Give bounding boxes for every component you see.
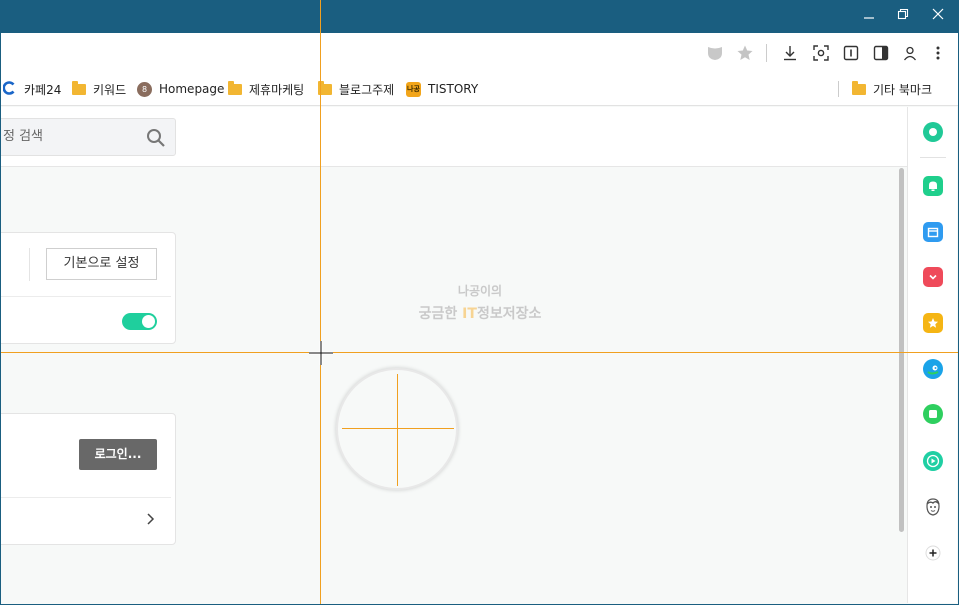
pocket-icon[interactable]	[923, 267, 943, 287]
bookmark-affiliate-marketing[interactable]: 제휴마케팅	[228, 80, 304, 98]
capture-icon[interactable]	[811, 43, 831, 63]
watermark-line1: 나공이의	[457, 284, 503, 298]
set-default-button[interactable]: 기본으로 설정	[46, 248, 157, 280]
login-button[interactable]: 로그인...	[79, 439, 157, 470]
bookmark-keyword[interactable]: 키워드	[72, 80, 126, 98]
search-icon[interactable]	[146, 127, 166, 147]
toolbar-divider	[766, 44, 767, 62]
magnifier-guide-vertical	[397, 374, 398, 486]
more-icon[interactable]	[928, 43, 948, 63]
star-icon[interactable]	[735, 43, 755, 63]
folder-icon	[852, 80, 866, 95]
card-separator	[1, 296, 171, 297]
folder-icon	[228, 80, 242, 95]
settings-toggle[interactable]	[122, 313, 157, 330]
cafe24-icon	[2, 80, 15, 98]
crosshair-cursor-icon	[309, 341, 333, 365]
profile-icon[interactable]	[900, 43, 920, 63]
card-separator	[1, 497, 171, 498]
sync-login-card: 로그인...	[0, 413, 176, 545]
restore-icon[interactable]	[891, 6, 915, 26]
bookmark-cafe24[interactable]: 카페24	[2, 80, 61, 98]
bookmark-tistory[interactable]: 나공 TISTORY	[406, 80, 478, 98]
bookmark-blog-topics[interactable]: 블로그주제	[318, 80, 394, 98]
bookmarks-divider	[838, 81, 839, 97]
sidebar-divider	[920, 157, 946, 158]
add-icon[interactable]	[923, 543, 943, 563]
tistory-icon: 나공	[406, 81, 421, 97]
reader-icon[interactable]	[841, 43, 861, 63]
bookmarks-bar: 카페24 키워드 8 Homepage 제휴마케팅 블로그주제 나공 TISTO…	[0, 73, 959, 106]
card-divider	[29, 248, 30, 281]
bird-icon[interactable]	[923, 359, 943, 379]
face-icon[interactable]	[923, 497, 943, 517]
folder-icon	[72, 80, 86, 95]
capture-guide-horizontal	[0, 352, 959, 353]
calendar-icon[interactable]	[923, 222, 943, 242]
square-app-icon[interactable]	[923, 404, 943, 424]
chevron-right-icon[interactable]	[145, 511, 157, 527]
capture-magnifier	[336, 368, 458, 490]
page-header: 정 검색	[0, 107, 907, 167]
circle-app-icon[interactable]	[923, 122, 943, 142]
right-sidebar	[907, 107, 957, 603]
bookmark-homepage[interactable]: 8 Homepage	[137, 80, 224, 98]
close-icon[interactable]	[926, 6, 950, 26]
download-icon[interactable]	[780, 43, 800, 63]
watermark-line2: 궁금한 IT정보저장소	[418, 306, 542, 322]
play-icon[interactable]	[923, 451, 943, 471]
browser-toolbar	[0, 33, 959, 73]
title-bar	[0, 0, 959, 33]
capture-guide-vertical	[320, 0, 321, 605]
scrollbar[interactable]	[899, 168, 904, 532]
watermark: 나공이의 궁금한 IT정보저장소	[400, 282, 560, 323]
magnifier-guide-horizontal	[342, 428, 454, 429]
bell-icon[interactable]	[923, 176, 943, 196]
shield-icon[interactable]	[705, 43, 725, 63]
homepage-icon: 8	[137, 81, 152, 97]
sidepanel-icon[interactable]	[871, 43, 891, 63]
default-browser-card: 기본으로 설정	[0, 232, 176, 344]
search-input[interactable]: 정 검색	[0, 118, 176, 156]
star-badge-icon[interactable]	[923, 313, 943, 333]
bookmark-other[interactable]: 기타 북마크	[852, 80, 932, 98]
minimize-icon[interactable]	[857, 6, 881, 26]
